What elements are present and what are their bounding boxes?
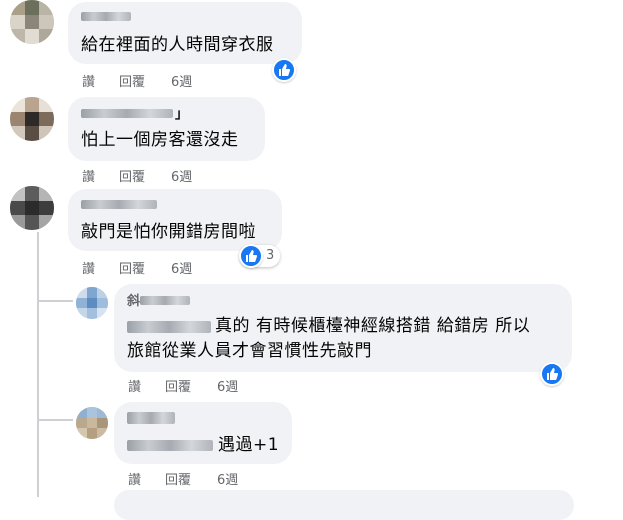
thumbs-up-icon: [547, 368, 559, 380]
timestamp[interactable]: 6週: [171, 71, 192, 90]
comment-bubble: 」 怕上一個房客還沒走: [68, 97, 265, 161]
author-name-blur: [127, 321, 211, 333]
like-link[interactable]: 讚: [128, 469, 141, 488]
comment-text-line1: 真的 有時候櫃檯神經線搭錯 給錯房 所以: [215, 316, 531, 336]
reply-link[interactable]: 回覆: [165, 469, 191, 488]
reaction-summary[interactable]: 3: [239, 244, 280, 268]
comment-bubble: 敲門是怕你開錯房間啦: [68, 189, 282, 251]
avatar[interactable]: [76, 407, 108, 439]
author-name[interactable]: [81, 12, 131, 21]
author-name[interactable]: [127, 412, 175, 424]
avatar[interactable]: [10, 0, 54, 44]
author-name-visible: 斜: [127, 294, 141, 309]
comment-bubble-partial: [114, 490, 574, 520]
timestamp[interactable]: 6週: [217, 376, 238, 395]
avatar[interactable]: [10, 97, 54, 141]
comment-text: 敲門是怕你開錯房間啦: [81, 222, 256, 242]
avatar[interactable]: [76, 287, 108, 319]
comment-text-line2: 旅館從業人員才會習慣性先敲門: [127, 341, 372, 361]
thread-line: [37, 232, 39, 497]
comment-bubble: 給在裡面的人時間穿衣服: [68, 2, 302, 64]
reply-link[interactable]: 回覆: [119, 166, 145, 185]
comment-bubble: 斜 真的 有時候櫃檯神經線搭錯 給錯房 所以 旅館從業人員才會習慣性先敲門: [114, 284, 572, 372]
reply-link[interactable]: 回覆: [165, 376, 191, 395]
timestamp[interactable]: 6週: [217, 469, 238, 488]
author-name[interactable]: [140, 296, 190, 305]
avatar[interactable]: [10, 186, 54, 230]
comment-text: 遇過+1: [218, 435, 280, 455]
thumbs-up-icon: [246, 250, 258, 262]
reaction-badge[interactable]: [540, 362, 564, 386]
reply-link[interactable]: 回覆: [119, 258, 145, 277]
author-name[interactable]: [81, 109, 173, 118]
author-name[interactable]: [81, 200, 157, 209]
thumbs-up-icon: [279, 64, 291, 76]
like-link[interactable]: 讚: [82, 71, 95, 90]
timestamp[interactable]: 6週: [171, 258, 192, 277]
reaction-count: 3: [266, 248, 275, 263]
thread-branch: [37, 419, 73, 421]
comment-text: 怕上一個房客還沒走: [81, 130, 239, 150]
comment-text: 給在裡面的人時間穿衣服: [81, 35, 274, 55]
timestamp[interactable]: 6週: [171, 166, 192, 185]
reply-link[interactable]: 回覆: [119, 71, 145, 90]
reaction-badge[interactable]: [272, 58, 296, 82]
like-link[interactable]: 讚: [82, 166, 95, 185]
comment-bubble: 遇過+1: [114, 402, 292, 464]
author-name-blur: [127, 440, 213, 451]
thread-branch: [37, 300, 73, 302]
like-link[interactable]: 讚: [82, 258, 95, 277]
author-name-suffix: 」: [175, 107, 189, 122]
like-link[interactable]: 讚: [128, 376, 141, 395]
